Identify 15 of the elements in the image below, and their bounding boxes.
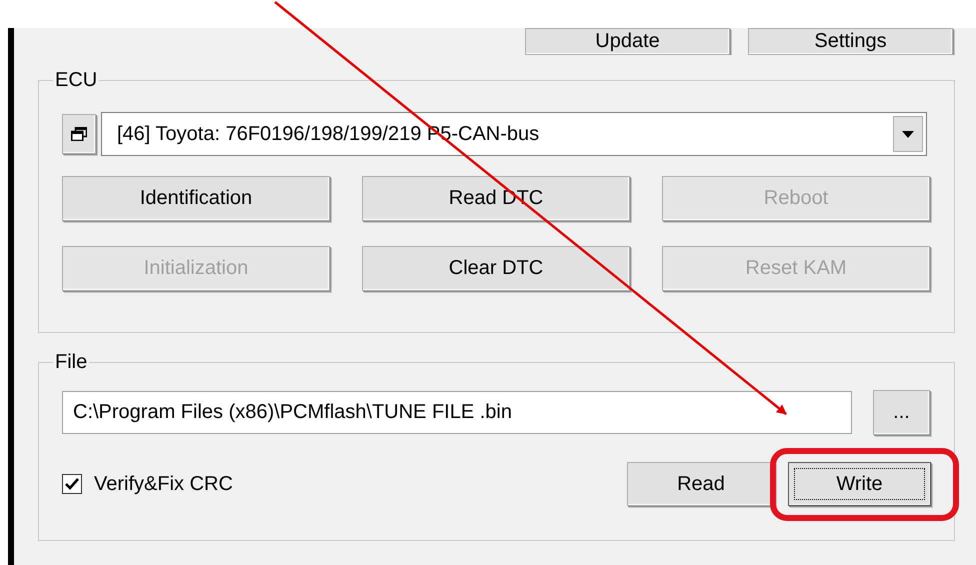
checkbox-label: Verify&Fix CRC bbox=[94, 472, 233, 496]
dropdown-button[interactable] bbox=[893, 116, 923, 152]
ecu-action-button[interactable]: Identification bbox=[62, 176, 330, 221]
checkbox[interactable] bbox=[62, 474, 82, 494]
browse-button[interactable]: ... bbox=[873, 390, 930, 435]
windows-icon bbox=[71, 127, 87, 141]
write-button[interactable]: Write bbox=[788, 462, 931, 506]
caret-icon bbox=[902, 130, 914, 138]
update-button[interactable]: Update bbox=[525, 28, 730, 55]
group-title: File bbox=[54, 351, 88, 374]
window-toggle-button[interactable] bbox=[62, 114, 96, 154]
ecu-action-button[interactable]: Clear DTC bbox=[362, 246, 630, 291]
group-title: ECU bbox=[54, 69, 98, 92]
file-path-field[interactable]: C:\Program Files (x86)\PCMflash\TUNE FILE .bin bbox=[62, 391, 852, 434]
settings-button[interactable]: Settings bbox=[748, 28, 953, 55]
